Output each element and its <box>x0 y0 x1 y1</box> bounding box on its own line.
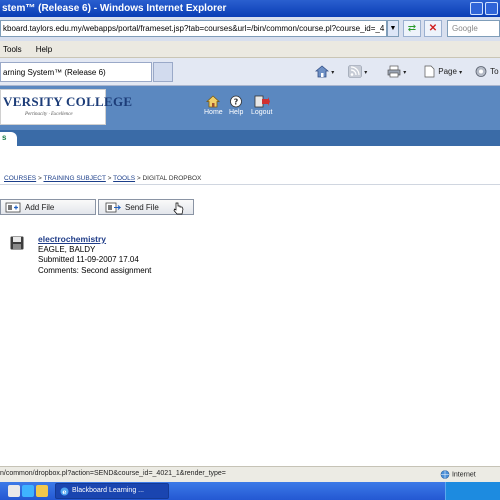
window-title-bar: stem™ (Release 6) - Windows Internet Exp… <box>0 0 500 17</box>
address-input[interactable]: kboard.taylors.edu.my/webapps/portal/fra… <box>0 20 387 37</box>
breadcrumb-separator: > <box>37 175 42 182</box>
add-file-icon <box>5 202 21 212</box>
logo-text: VERSITY COLLEGE <box>3 94 133 109</box>
minimize-button[interactable] <box>470 2 483 15</box>
nav-home-label: Home <box>204 109 223 116</box>
printer-icon <box>387 66 401 78</box>
send-file-label: Send File <box>125 202 159 212</box>
svg-text:?: ? <box>234 98 239 107</box>
site-header: VERSITY COLLEGE Pertinacity · Excellence… <box>0 86 500 130</box>
rss-feed-icon <box>348 65 362 79</box>
breadcrumb-separator: > <box>136 175 141 182</box>
help-icon: ? <box>230 95 243 108</box>
feeds-command[interactable]: ▾ <box>348 64 367 80</box>
entry-submitted: Submitted 11-09-2007 17.04 <box>38 255 139 264</box>
gear-icon <box>475 66 487 78</box>
breadcrumb-separator: > <box>107 175 112 182</box>
new-tab-button[interactable] <box>153 62 173 82</box>
quicklaunch-icon[interactable] <box>22 485 34 497</box>
svg-text:e: e <box>62 488 66 496</box>
send-file-button[interactable]: Send File <box>98 199 194 215</box>
home-icon <box>206 95 221 108</box>
logo-subtext: Pertinacity · Excellence <box>25 112 73 117</box>
zone-label: Internet <box>451 471 476 479</box>
breadcrumb-current: DIGITAL DROPBOX <box>142 175 202 182</box>
tools-command[interactable]: To <box>474 64 499 80</box>
quicklaunch-icon[interactable] <box>36 485 48 497</box>
nav-help-label: Help <box>229 109 244 116</box>
add-file-button[interactable]: Add File <box>0 199 96 215</box>
system-tray <box>445 482 500 500</box>
page-label: Page <box>438 67 457 76</box>
address-dropdown-icon[interactable]: ▼ <box>387 20 399 37</box>
tab-bar: arning System™ (Release 6) ▾ ▾ ▾ Page ▾ <box>0 58 500 86</box>
stop-icon[interactable]: ✕ <box>424 20 442 37</box>
address-bar: kboard.taylors.edu.my/webapps/portal/fra… <box>0 17 500 41</box>
breadcrumb-courses[interactable]: COURSES <box>4 175 36 182</box>
internet-explorer-icon: e <box>60 487 69 496</box>
tab-courses[interactable]: s <box>0 132 17 146</box>
hand-cursor-icon <box>173 202 184 215</box>
breadcrumb: COURSES > TRAINING SUBJECT > TOOLS > DIG… <box>4 175 201 182</box>
nav-logout-label: Logout <box>251 109 273 116</box>
print-command[interactable]: ▾ <box>387 64 406 80</box>
home-command[interactable]: ▾ <box>315 64 334 80</box>
globe-icon <box>440 470 450 479</box>
menu-item-help[interactable]: Help <box>36 45 52 54</box>
breadcrumb-tools[interactable]: TOOLS <box>113 175 135 182</box>
browser-tab[interactable]: arning System™ (Release 6) <box>0 62 152 82</box>
status-bar: n/common/dropbox.pl?action=SEND&course_i… <box>0 466 500 482</box>
entry-title-link[interactable]: electrochemistry <box>38 234 151 245</box>
nav-help[interactable]: ? Help <box>229 95 243 116</box>
window-title: stem™ (Release 6) - Windows Internet Exp… <box>2 3 227 14</box>
logout-icon <box>254 95 270 108</box>
quicklaunch-icon[interactable] <box>8 485 20 497</box>
home-icon <box>315 65 329 78</box>
refresh-icon[interactable]: ⇄ <box>403 20 421 37</box>
nav-home[interactable]: Home <box>204 95 223 116</box>
divider <box>0 184 500 185</box>
university-logo[interactable]: VERSITY COLLEGE Pertinacity · Excellence <box>0 89 132 125</box>
entry-author: EAGLE, BALDY <box>38 244 96 254</box>
taskbar-window-button[interactable]: e Blackboard Learning ... <box>55 483 169 499</box>
page-tab-strip: s <box>0 130 500 146</box>
status-url: n/common/dropbox.pl?action=SEND&course_i… <box>0 470 226 477</box>
internet-zone: Internet <box>440 470 476 479</box>
page-command[interactable]: Page ▾ <box>422 64 462 80</box>
menu-item-tools[interactable]: Tools <box>3 45 22 54</box>
menu-bar: Tools Help <box>0 41 500 58</box>
taskbar-window-label: Blackboard Learning ... <box>72 487 144 494</box>
page-icon <box>424 66 435 78</box>
breadcrumb-training-subject[interactable]: TRAINING SUBJECT <box>43 175 105 182</box>
entry-comments: Comments: Second assignment <box>38 265 152 275</box>
floppy-disk-icon <box>10 236 24 250</box>
nav-logout[interactable]: Logout <box>251 95 272 116</box>
maximize-button[interactable] <box>485 2 498 15</box>
tools-label: To <box>490 67 499 76</box>
taskbar: e Blackboard Learning ... <box>0 482 500 500</box>
search-input[interactable]: Google <box>447 20 500 37</box>
add-file-label: Add File <box>25 202 55 212</box>
send-file-icon <box>105 202 121 212</box>
